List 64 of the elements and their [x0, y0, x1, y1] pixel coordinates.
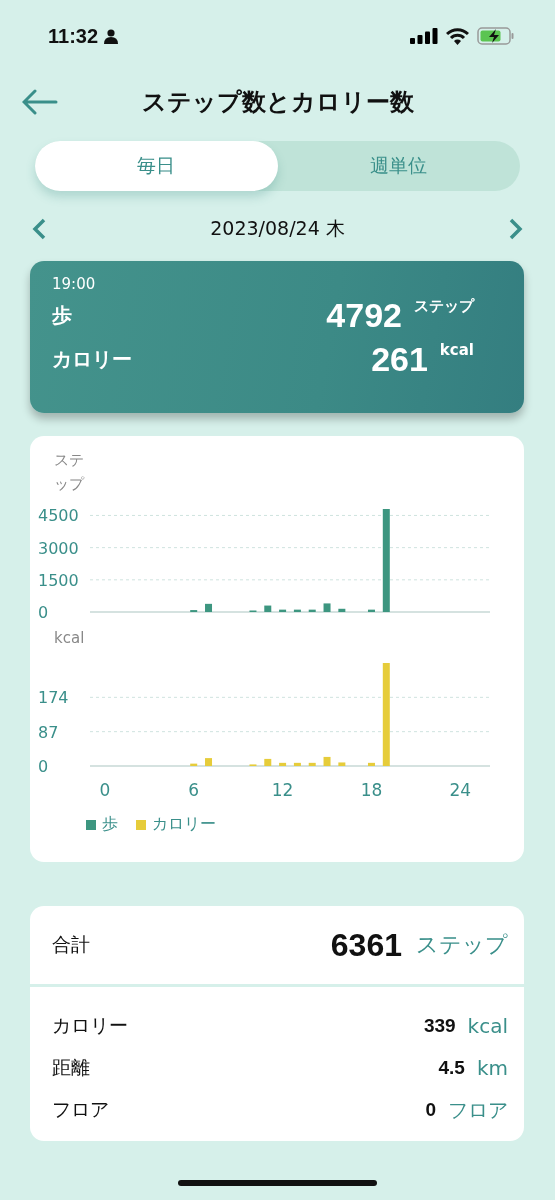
chart-bar — [264, 758, 272, 766]
legend-swatch — [86, 819, 96, 830]
axis-tick-label: 1500 — [38, 570, 79, 590]
person-icon — [104, 28, 119, 44]
axis-tick-label: 87 — [38, 722, 59, 742]
axis-tick-label: 0 — [38, 757, 49, 776]
status-time: 11:32 — [48, 24, 99, 48]
summary-label: フロア — [52, 1097, 109, 1122]
summary-value: 4.5 — [438, 1057, 465, 1079]
tab[interactable]: 毎日 — [35, 141, 278, 191]
chart-bar — [338, 762, 346, 766]
summary-label: 距離 — [52, 1055, 90, 1080]
summary-value: 339 — [423, 1015, 456, 1037]
page-title: ステップ数とカロリー数 — [141, 87, 414, 118]
metric-value: 4792 — [326, 295, 402, 335]
chart-bar — [308, 762, 316, 766]
metric-label: 歩 — [52, 301, 72, 329]
axis-tick-label: 0 — [99, 780, 111, 800]
axis-tick-label: 3000 — [38, 538, 79, 558]
chart-title: ステップ — [54, 450, 84, 495]
total-unit: ステップ — [416, 931, 508, 959]
summary-label: カロリー — [52, 1013, 128, 1038]
metric-unit: ステップ — [414, 297, 474, 316]
chart-bar — [308, 609, 316, 612]
chart-bar — [323, 756, 331, 766]
summary-unit: km — [476, 1056, 508, 1080]
axis-tick-label: 18 — [360, 780, 383, 800]
axis-tick-label: 12 — [271, 780, 294, 800]
chart-bar — [323, 603, 331, 612]
axis-tick-label: 0 — [38, 603, 49, 622]
metric-value: 261 — [371, 339, 428, 379]
back-button[interactable] — [22, 89, 58, 115]
total-label: 合計 — [52, 932, 90, 957]
metric-unit: kcal — [439, 341, 474, 359]
signal-icon — [410, 28, 438, 44]
legend-label: カロリー — [152, 814, 216, 835]
chart-bar — [279, 762, 287, 766]
summary-unit: kcal — [467, 1014, 508, 1038]
chart-bar — [190, 763, 198, 766]
legend-label: 歩 — [102, 814, 118, 835]
chart-bar — [368, 762, 375, 766]
highlight-time: 19:00 — [52, 275, 97, 293]
chart-bar — [205, 758, 212, 766]
legend-swatch — [136, 819, 146, 830]
summary-unit: フロア — [448, 1096, 508, 1124]
chart-title: kcal — [54, 628, 86, 649]
tab[interactable]: 週単位 — [277, 141, 520, 191]
axis-tick-label: 24 — [449, 780, 472, 800]
wifi-icon — [446, 27, 469, 45]
chart-bar — [293, 762, 301, 766]
summary-value: 0 — [425, 1099, 436, 1121]
chart-bar — [205, 603, 212, 612]
chart-bar — [368, 609, 375, 612]
chart-bar — [338, 608, 346, 612]
axis-tick-label: 4500 — [38, 506, 79, 526]
total-value: 6361 — [330, 926, 402, 964]
date-label: 2023/08/24 木 — [210, 216, 345, 241]
chart-bar — [293, 609, 301, 612]
battery-icon — [477, 27, 515, 45]
chart-bar — [264, 605, 272, 612]
metric-label: カロリー — [52, 345, 132, 373]
axis-tick-label: 174 — [38, 688, 69, 708]
chart-bar — [279, 609, 287, 612]
axis-tick-label: 6 — [188, 780, 200, 800]
